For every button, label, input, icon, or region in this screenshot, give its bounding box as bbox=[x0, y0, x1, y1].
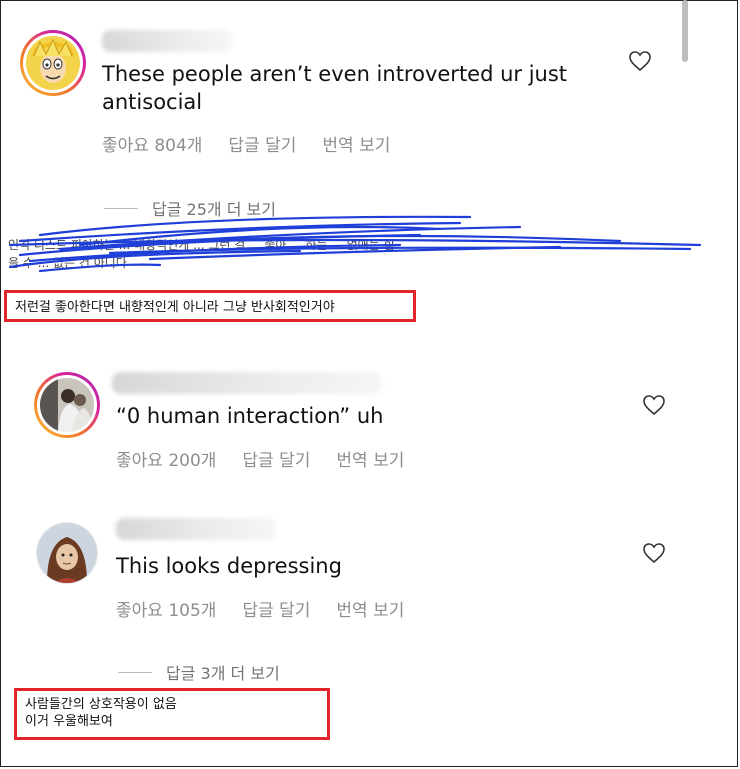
avatar-illustration-image bbox=[37, 523, 97, 583]
translation-line: 이거 우울해보여 bbox=[25, 714, 113, 729]
comment-text: These people aren’t even introverted ur … bbox=[102, 62, 568, 114]
view-more-replies-label: 답글 3개 더 보기 bbox=[166, 664, 280, 683]
comment-meta: 좋아요 105개 답글 달기 번역 보기 bbox=[116, 596, 404, 621]
scribble-overlay bbox=[8, 215, 702, 273]
username-blurred[interactable] bbox=[112, 372, 382, 394]
heart-icon[interactable] bbox=[628, 50, 652, 72]
avatar[interactable] bbox=[36, 522, 98, 584]
like-count[interactable]: 좋아요 105개 bbox=[116, 596, 216, 621]
reply-button[interactable]: 답글 달기 bbox=[242, 596, 310, 621]
comment-text: “0 human interaction” uh bbox=[116, 404, 384, 428]
comment-text: This looks depressing bbox=[116, 554, 342, 578]
heart-icon[interactable] bbox=[642, 542, 666, 564]
heart-icon[interactable] bbox=[642, 394, 666, 416]
scrollbar[interactable] bbox=[682, 0, 688, 62]
translate-button[interactable]: 번역 보기 bbox=[336, 596, 404, 621]
like-count[interactable]: 좋아요 200개 bbox=[116, 446, 216, 471]
reply-button[interactable]: 답글 달기 bbox=[228, 131, 296, 156]
avatar[interactable] bbox=[20, 30, 86, 96]
translate-button[interactable]: 번역 보기 bbox=[322, 131, 390, 156]
avatar-photo-image bbox=[40, 378, 94, 432]
avatar-cartoon-image bbox=[26, 36, 80, 90]
reply-button[interactable]: 답글 달기 bbox=[242, 446, 310, 471]
translate-button[interactable]: 번역 보기 bbox=[336, 446, 404, 471]
divider-line bbox=[118, 671, 152, 673]
translation-line: 사람들간의 상호작용이 없음 bbox=[25, 697, 177, 712]
comment-meta: 좋아요 804개 답글 달기 번역 보기 bbox=[102, 131, 390, 156]
view-more-replies[interactable]: 답글 3개 더 보기 bbox=[118, 660, 280, 684]
translation-annotation: 저런걸 좋아한다면 내향적인게 아니라 그냥 반사회적인거야 bbox=[4, 290, 416, 322]
username-blurred[interactable] bbox=[116, 518, 276, 540]
comment-meta: 좋아요 200개 답글 달기 번역 보기 bbox=[116, 446, 404, 471]
translation-annotation: 사람들간의 상호작용이 없음 이거 우울해보여 bbox=[14, 688, 330, 740]
like-count[interactable]: 좋아요 804개 bbox=[102, 131, 202, 156]
avatar[interactable] bbox=[34, 372, 100, 438]
username-blurred[interactable] bbox=[102, 30, 232, 52]
